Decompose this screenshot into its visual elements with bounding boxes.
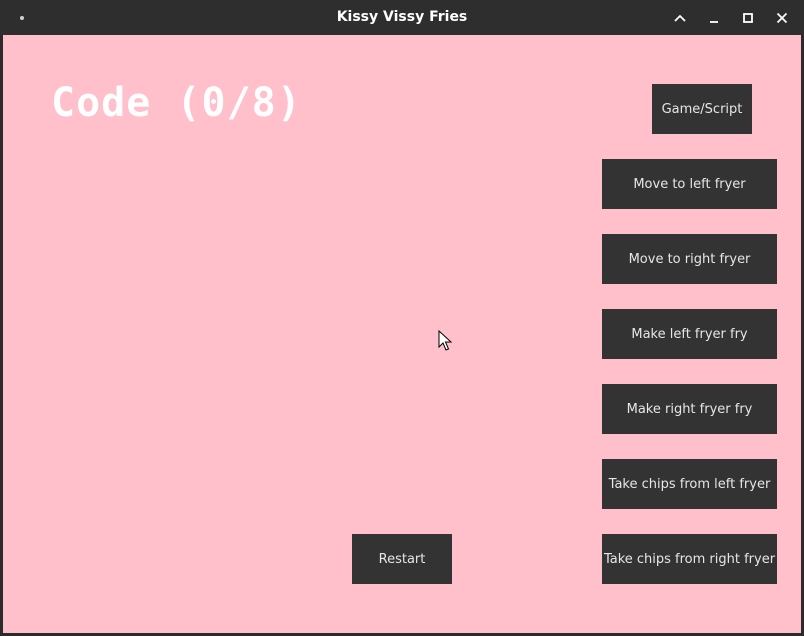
game-script-button[interactable]: Game/Script [652, 84, 752, 134]
chevron-up-icon[interactable] [670, 8, 690, 28]
move-left-fryer-button[interactable]: Move to left fryer [602, 159, 777, 209]
take-chips-right-fryer-button[interactable]: Take chips from right fryer [602, 534, 777, 584]
mouse-pointer-icon [437, 329, 453, 352]
make-right-fryer-fry-button[interactable]: Make right fryer fry [602, 384, 777, 434]
game-area: Code (0/8) Game/Script Move to left frye… [3, 35, 801, 633]
minimize-icon[interactable] [704, 8, 724, 28]
take-chips-left-fryer-button[interactable]: Take chips from left fryer [602, 459, 777, 509]
restart-button[interactable]: Restart [352, 534, 452, 584]
app-window: Kissy Vissy Fries Code (0/8) Game/Script [0, 0, 804, 636]
make-left-fryer-fry-button[interactable]: Make left fryer fry [602, 309, 777, 359]
code-progress-label: Code (0/8) [51, 80, 302, 126]
move-right-fryer-button[interactable]: Move to right fryer [602, 234, 777, 284]
close-icon[interactable] [772, 8, 792, 28]
maximize-icon[interactable] [738, 8, 758, 28]
title-bar[interactable]: Kissy Vissy Fries [0, 0, 804, 35]
